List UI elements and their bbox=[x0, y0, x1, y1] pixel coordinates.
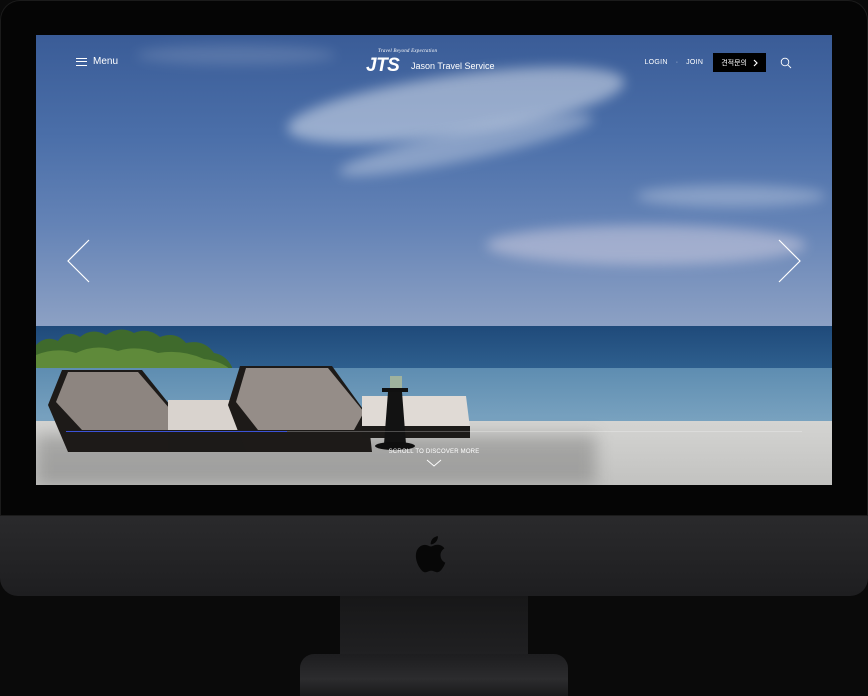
hero-background-image bbox=[36, 35, 832, 485]
slide-progress-track bbox=[66, 431, 802, 432]
search-icon[interactable] bbox=[780, 57, 792, 69]
join-link[interactable]: JOIN bbox=[686, 59, 703, 66]
scroll-to-discover[interactable]: SCROLL TO DISCOVER MORE bbox=[36, 449, 832, 455]
site-header: Menu Travel Beyond Expectation JTS Jason… bbox=[36, 35, 832, 95]
chevron-down-icon[interactable] bbox=[426, 459, 442, 467]
quote-request-label: 견적문의 bbox=[721, 59, 747, 67]
nav-separator: · bbox=[675, 59, 679, 66]
lounge-chairs bbox=[48, 366, 470, 452]
site-logo[interactable]: Travel Beyond Expectation JTS Jason Trav… bbox=[366, 47, 506, 79]
imac-mockup: Menu Travel Beyond Expectation JTS Jason… bbox=[0, 0, 868, 696]
quote-request-button[interactable]: 견적문의 bbox=[713, 53, 766, 72]
login-link[interactable]: LOGIN bbox=[644, 59, 667, 66]
logo-mark: JTS bbox=[366, 55, 400, 76]
chevron-right-icon bbox=[778, 239, 801, 283]
menu-label: Menu bbox=[93, 56, 119, 67]
hamburger-icon bbox=[76, 57, 87, 66]
screen: Menu Travel Beyond Expectation JTS Jason… bbox=[36, 35, 832, 485]
header-actions: LOGIN · JOIN 견적문의 bbox=[644, 53, 792, 72]
monitor-stand-neck bbox=[340, 596, 528, 656]
slide-progress-fill bbox=[66, 431, 287, 432]
logo-name: Jason Travel Service bbox=[411, 61, 495, 71]
prev-slide-button[interactable] bbox=[66, 238, 92, 284]
chevron-right-icon bbox=[753, 59, 758, 66]
monitor-stand-foot bbox=[300, 654, 568, 696]
chevron-left-icon bbox=[67, 239, 90, 283]
logo-tagline: Travel Beyond Expectation bbox=[378, 49, 438, 54]
menu-button[interactable]: Menu bbox=[76, 56, 118, 67]
next-slide-button[interactable] bbox=[776, 238, 802, 284]
apple-logo bbox=[415, 536, 446, 573]
